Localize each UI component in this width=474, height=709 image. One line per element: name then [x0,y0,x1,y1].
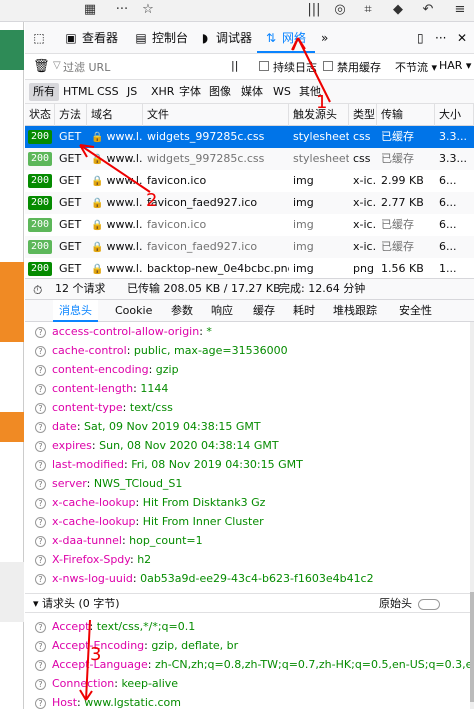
annotation-label-1: 1 [316,92,327,113]
annotation-label-3: 3 [90,644,101,665]
annotation-arrow-2 [79,144,151,193]
annotation-label-2: 2 [146,190,157,211]
annotation-overlay: 1 2 3 [79,37,331,701]
screen: ▦ ··· ☆ ||| ◎ ⌗ ◆ ↶ ≡ ⬚ ▣ 查看器 ▤ 控制台 ◗ 调试器 ⇅… [0,0,474,709]
